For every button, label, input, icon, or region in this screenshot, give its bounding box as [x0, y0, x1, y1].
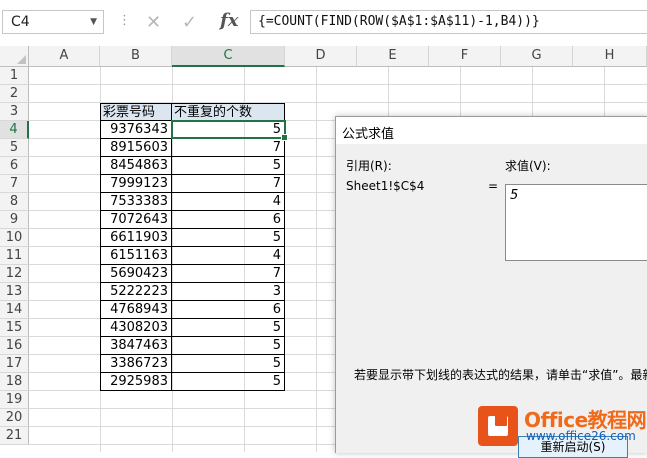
cell-b[interactable]: 5690423 [100, 265, 172, 283]
cell-c[interactable]: 5 [172, 373, 285, 391]
cell-b[interactable]: 6151163 [100, 247, 172, 265]
row-header[interactable]: 12 [0, 265, 29, 283]
row-header[interactable]: 18 [0, 373, 29, 391]
row-header[interactable]: 9 [0, 211, 29, 229]
formula-bar: C4 ▼ ⋮ ✕ ✓ fx {=COUNT(FIND(ROW($A$1:$A$1… [0, 0, 647, 46]
row-header[interactable]: 11 [0, 247, 29, 265]
active-cell-c4[interactable] [171, 120, 288, 141]
dialog-title-bar[interactable]: 公式求值 [336, 117, 647, 145]
row-header[interactable]: 6 [0, 157, 29, 175]
cell-b[interactable]: 4768943 [100, 301, 172, 319]
row-header[interactable]: 10 [0, 229, 29, 247]
cell-b[interactable]: 3847463 [100, 337, 172, 355]
column-header-f[interactable]: F [429, 46, 501, 67]
reference-value: Sheet1!$C$4 [346, 179, 425, 193]
name-box-value: C4 [11, 14, 30, 30]
cell-b[interactable]: 8454863 [100, 157, 172, 175]
row-header[interactable]: 16 [0, 337, 29, 355]
row-header[interactable]: 3 [0, 103, 29, 121]
column-header-c[interactable]: C [172, 46, 285, 67]
cell-b3[interactable]: 彩票号码 [100, 103, 172, 121]
row-header[interactable]: 5 [0, 139, 29, 157]
chevron-down-icon[interactable]: ▼ [90, 11, 97, 33]
cell-b[interactable]: 3386723 [100, 355, 172, 373]
column-header-b[interactable]: B [100, 46, 172, 67]
row-header[interactable]: 2 [0, 85, 29, 103]
evaluation-value: 5 [510, 188, 519, 203]
insert-function-button[interactable]: fx [220, 10, 238, 31]
cell-b[interactable]: 2925983 [100, 373, 172, 391]
row-header[interactable]: 14 [0, 301, 29, 319]
row-header[interactable]: 13 [0, 283, 29, 301]
column-header-e[interactable]: E [357, 46, 429, 67]
cell-b[interactable]: 8915603 [100, 139, 172, 157]
row-header[interactable]: 1 [0, 67, 29, 85]
watermark-url: www.office26.com [526, 429, 636, 443]
cell-b[interactable]: 6611903 [100, 229, 172, 247]
formula-input[interactable]: {=COUNT(FIND(ROW($A$1:$A$11)-1,B4))} [250, 10, 647, 34]
cell-c[interactable]: 4 [172, 247, 285, 265]
office-logo-icon [478, 406, 518, 446]
cell-c[interactable]: 7 [172, 139, 285, 157]
row-header[interactable]: 15 [0, 319, 29, 337]
cell-c[interactable]: 7 [172, 265, 285, 283]
watermark: Office教程网 www.office26.com [470, 400, 647, 452]
row-header[interactable]: 8 [0, 193, 29, 211]
cell-b[interactable]: 7999123 [100, 175, 172, 193]
more-options-icon[interactable]: ⋮ [118, 13, 131, 28]
row-header[interactable]: 17 [0, 355, 29, 373]
cell-c3[interactable]: 不重复的个数 [172, 103, 285, 121]
cell-c[interactable]: 4 [172, 193, 285, 211]
cell-c[interactable]: 6 [172, 301, 285, 319]
cell-c[interactable]: 7 [172, 175, 285, 193]
evaluation-label: 求值(V): [505, 159, 551, 173]
cell-c[interactable]: 3 [172, 283, 285, 301]
x-icon[interactable]: ✕ [146, 12, 161, 33]
cell-b[interactable]: 9376343 [100, 121, 172, 139]
reference-label: 引用(R): [346, 159, 392, 173]
cell-b[interactable]: 4308203 [100, 319, 172, 337]
name-box[interactable]: C4 ▼ [2, 10, 104, 34]
column-header-g[interactable]: G [501, 46, 573, 67]
cell-b[interactable]: 5222223 [100, 283, 172, 301]
column-header-d[interactable]: D [285, 46, 357, 67]
row-header[interactable]: 20 [0, 409, 29, 427]
equals-sign: = [488, 179, 499, 193]
cell-c[interactable]: 5 [172, 319, 285, 337]
row-header[interactable]: 19 [0, 391, 29, 409]
cell-c[interactable]: 6 [172, 211, 285, 229]
cell-c[interactable]: 5 [172, 157, 285, 175]
cell-c[interactable]: 5 [172, 355, 285, 373]
cell-c[interactable]: 5 [172, 229, 285, 247]
cell-b[interactable]: 7533383 [100, 193, 172, 211]
row-header[interactable]: 21 [0, 427, 29, 445]
hint-text: 若要显示带下划线的表达式的结果，请单击“求值”。最新 [354, 368, 647, 382]
cell-c[interactable]: 5 [172, 337, 285, 355]
evaluation-box[interactable]: 5 [505, 184, 647, 261]
check-icon[interactable]: ✓ [182, 12, 197, 33]
row-header[interactable]: 4 [0, 121, 29, 139]
row-header[interactable]: 7 [0, 175, 29, 193]
dialog-title: 公式求值 [342, 127, 395, 142]
cell-b[interactable]: 7072643 [100, 211, 172, 229]
select-all-button[interactable] [0, 46, 29, 67]
column-header-h[interactable]: H [573, 46, 647, 67]
column-header-a[interactable]: A [29, 46, 100, 67]
